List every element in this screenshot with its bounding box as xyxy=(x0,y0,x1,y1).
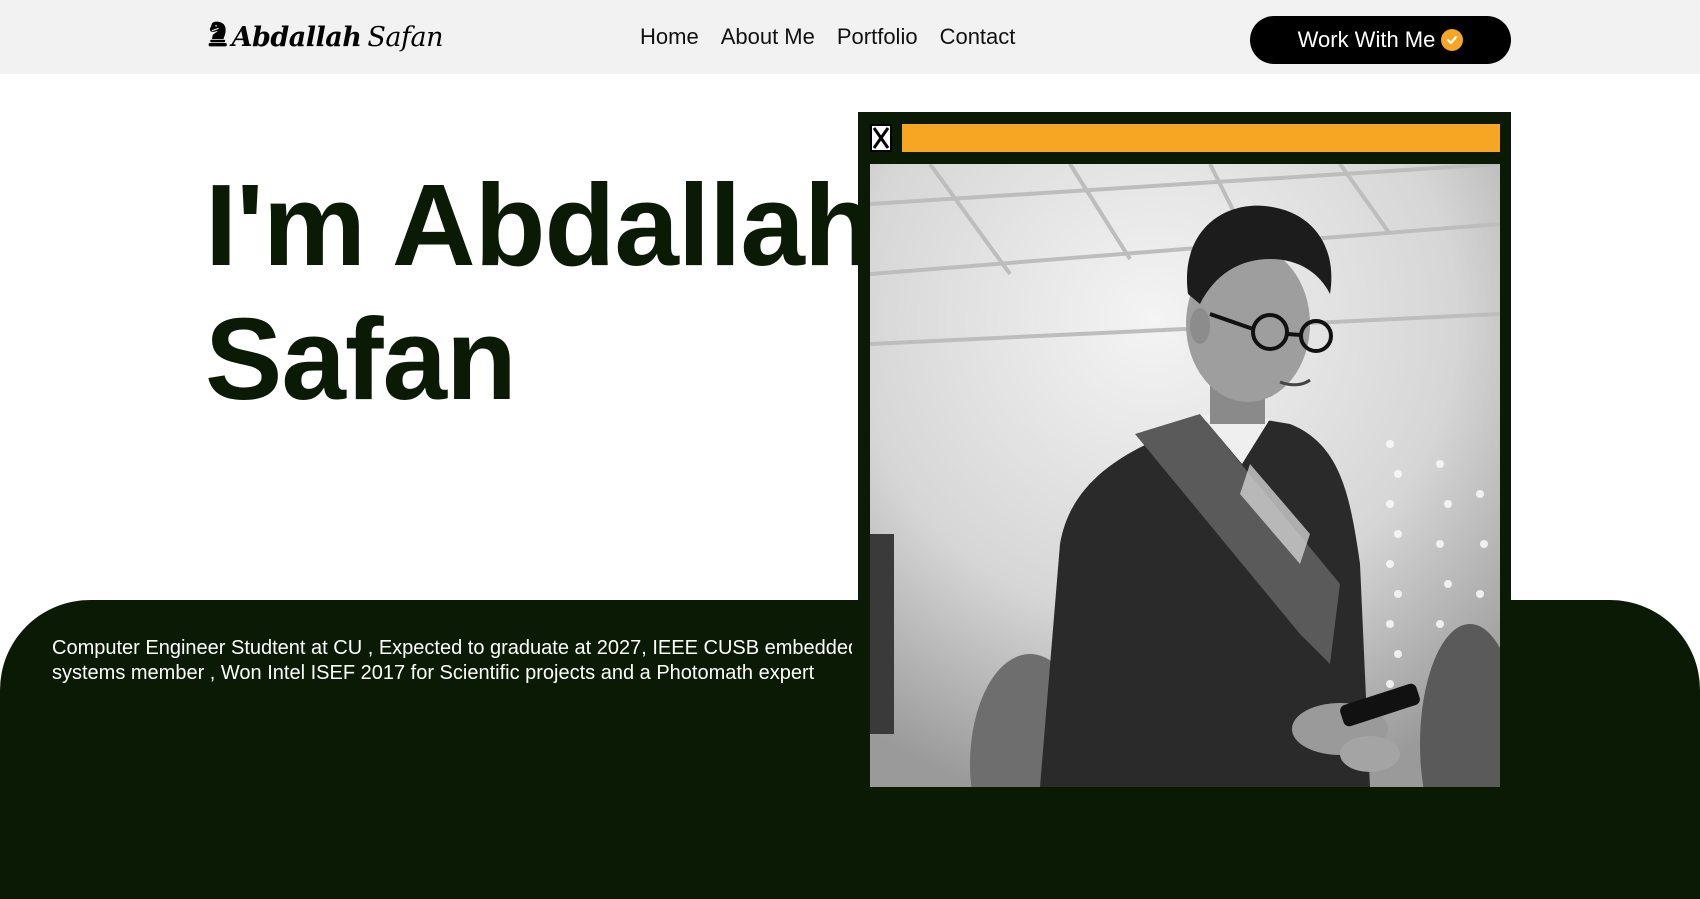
photo-window-title-bar xyxy=(902,124,1500,152)
logo-last-name: Safan xyxy=(367,21,443,53)
logo-link[interactable]: Abdallah Safan xyxy=(207,2,443,66)
hero-title: I'm Abdallah Safan xyxy=(205,158,925,426)
chess-knight-icon xyxy=(208,21,227,47)
bio-line-2: systems member , Won Intel ISEF 2017 for… xyxy=(52,662,815,684)
nav-link-about-me[interactable]: About Me xyxy=(721,24,815,50)
profile-photo xyxy=(870,164,1500,787)
main-nav: Home About Me Portfolio Contact xyxy=(640,24,1015,50)
photo-window xyxy=(858,112,1511,787)
nav-link-portfolio[interactable]: Portfolio xyxy=(837,24,918,50)
navbar: Abdallah Safan Home About Me Portfolio Co… xyxy=(0,0,1700,74)
logo-text: Abdallah Safan xyxy=(231,21,444,53)
check-circle-icon xyxy=(1441,29,1464,51)
close-icon[interactable] xyxy=(870,124,892,152)
hero-title-line-1: I'm Abdallah xyxy=(205,160,875,290)
bio-line-1: Computer Engineer Studtent at CU , Expec… xyxy=(52,637,852,659)
work-with-me-label: Work With Me xyxy=(1297,27,1436,52)
nav-link-home[interactable]: Home xyxy=(640,24,699,50)
logo-first-name: Abdallah xyxy=(231,21,362,53)
work-with-me-button[interactable]: Work With Me xyxy=(1250,16,1511,64)
hero-title-line-2: Safan xyxy=(205,294,517,424)
nav-link-contact[interactable]: Contact xyxy=(940,24,1016,50)
bio-text: Computer Engineer Studtent at CU , Expec… xyxy=(52,636,852,696)
